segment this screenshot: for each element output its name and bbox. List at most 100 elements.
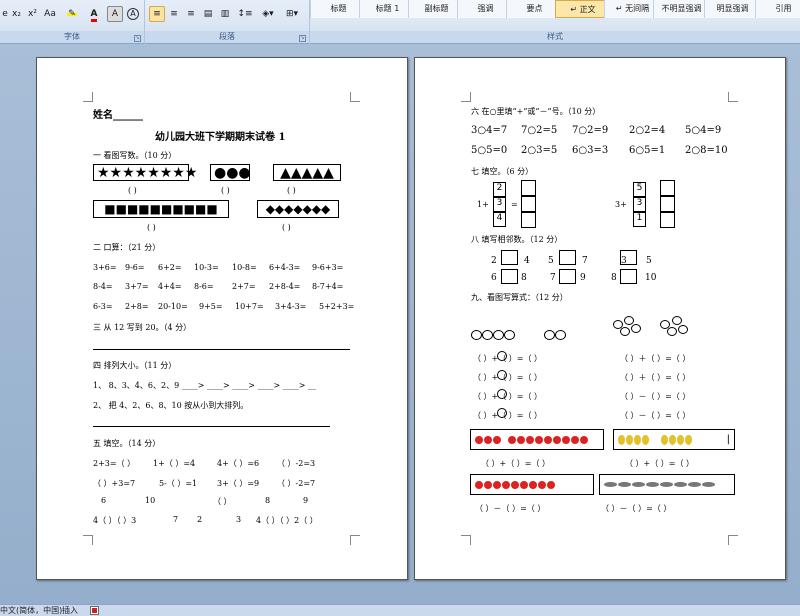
- neighbor-num: 7: [550, 273, 556, 283]
- font-color-button[interactable]: A: [84, 6, 104, 22]
- sort-question-1: 1、 8、3、4、6、2、9 ____> ____> ____> ____> _…: [93, 381, 316, 390]
- style-strong[interactable]: 要点: [506, 0, 562, 18]
- apple-icon: [526, 435, 534, 444]
- math-item: 8-6=: [194, 282, 214, 291]
- char-shading-button[interactable]: A: [107, 6, 123, 22]
- number-cell: 4: [493, 212, 506, 227]
- sequence-item: 7: [173, 515, 179, 524]
- number-cell: 1: [633, 212, 646, 227]
- align-right-button[interactable]: ≡: [183, 6, 199, 22]
- apple-icon: [520, 480, 528, 489]
- style-no-spacing[interactable]: ↵ 无间隔: [604, 0, 660, 18]
- apple-icon: [475, 480, 483, 489]
- equation-blank: （ ）+（ ）=（ ）: [481, 459, 551, 468]
- margin-corner-mark: [728, 92, 738, 102]
- styles-group-label: 样式: [310, 31, 800, 43]
- math-item: 4+4=: [158, 282, 182, 291]
- apples-group-box: [470, 474, 594, 495]
- distributed-button[interactable]: ▥: [217, 6, 233, 22]
- circle-shape: [678, 325, 688, 334]
- change-case-button[interactable]: Aa: [40, 6, 60, 22]
- circle-shape: [631, 324, 641, 333]
- apple-icon: [580, 435, 588, 444]
- pear-icon: [661, 434, 668, 445]
- neighbor-blank: [501, 250, 518, 265]
- macro-record-icon[interactable]: [90, 606, 99, 615]
- section-1-heading: 一 看图写数。（10 分）: [93, 151, 177, 160]
- fish-icon: [618, 482, 631, 487]
- math-item: 10+7=: [235, 302, 264, 311]
- style-subtitle[interactable]: 副标题: [408, 0, 464, 18]
- insert-mode-indicator[interactable]: 插入: [62, 605, 78, 616]
- borders-button[interactable]: ⊞▾: [281, 6, 303, 22]
- enclosed-char-button[interactable]: A: [125, 6, 141, 22]
- style-normal[interactable]: ↵ 正文: [555, 0, 611, 18]
- align-center-button[interactable]: ≡: [166, 6, 182, 22]
- font-group: e x₂ x² Aa ✎ A A A 字体 ↘: [0, 0, 145, 44]
- fill-item: 5-（ ）=1: [159, 479, 198, 488]
- shading-button[interactable]: ◈▾: [257, 6, 279, 22]
- style-normal-label: 正文: [579, 5, 596, 14]
- paragraph-dialog-launcher[interactable]: ↘: [299, 35, 306, 42]
- equation-blank: （ ）+（ ）=（ ）: [473, 411, 543, 420]
- style-intense-emphasis[interactable]: 明显强调: [704, 0, 760, 18]
- style-quote[interactable]: 引用: [755, 0, 800, 18]
- math-item: 20-10=: [158, 302, 188, 311]
- language-indicator[interactable]: 中文(简体，中国): [0, 605, 62, 616]
- sign-item: 5○4=9: [685, 125, 722, 136]
- style-title[interactable]: 标题: [310, 0, 366, 18]
- circle-shape: [672, 316, 682, 325]
- margin-corner-mark: [350, 535, 360, 545]
- apple-icon: [535, 435, 543, 444]
- pear-icon: [618, 434, 625, 445]
- sequence-item: 8: [265, 496, 271, 505]
- math-item: 3+7=: [125, 282, 149, 291]
- style-emphasis[interactable]: 强调: [457, 0, 513, 18]
- apple-icon: [475, 435, 483, 444]
- align-left-icon: ≡: [153, 9, 161, 19]
- equation-blank: （ ）+（ ）=（ ）: [473, 354, 543, 363]
- highlight-button[interactable]: ✎: [62, 6, 82, 22]
- math-item: 6+2=: [158, 263, 182, 272]
- paragraph-mark-icon: ↵: [570, 5, 578, 14]
- fill-item: （ ）+3=7: [93, 479, 136, 488]
- sequence-item: （ ）: [213, 497, 232, 506]
- operator-circle: [497, 351, 507, 361]
- cell-value: 3: [636, 198, 643, 208]
- pear-icon: [642, 434, 649, 445]
- document-workspace[interactable]: 姓名______ 幼儿园大班下学期期末试卷 1 一 看图写数。（10 分） ★★…: [0, 44, 800, 604]
- page-2[interactable]: 六 在○里填“+”或“－”号。（10 分） 3○4=7 7○2=5 7○2=9 …: [414, 57, 786, 580]
- line-spacing-button[interactable]: ↕≡: [235, 6, 255, 22]
- number-cell: 5: [633, 182, 646, 197]
- equation-blank: （ ）－（ ）=（ ）: [620, 411, 691, 420]
- answer-blank: ( ): [128, 186, 137, 195]
- margin-corner-mark: [728, 535, 738, 545]
- equation-blank: （ ）－（ ）=（ ）: [620, 392, 691, 401]
- fish-icon: [632, 482, 645, 487]
- pear-icon: [669, 434, 676, 445]
- font-dialog-launcher[interactable]: ↘: [134, 35, 141, 42]
- math-item: 2+8-4=: [269, 282, 301, 291]
- cell-value: 5: [636, 183, 643, 193]
- divider-bar: |: [726, 434, 730, 445]
- superscript-button[interactable]: x²: [25, 6, 40, 22]
- pear-icon: [685, 434, 692, 445]
- apple-icon: [529, 480, 537, 489]
- pear-icon: [634, 434, 641, 445]
- align-left-button[interactable]: ≡: [149, 6, 165, 22]
- style-subtle-emphasis[interactable]: 不明显强调: [653, 0, 709, 18]
- style-heading-1[interactable]: 标题 1: [359, 0, 415, 18]
- equation-blank: （ ）+（ ）=（ ）: [473, 373, 543, 382]
- subscript-button[interactable]: x₂: [9, 6, 24, 22]
- math-item: 6+4-3=: [269, 263, 301, 272]
- fill-item: （ ）-2=3: [277, 459, 316, 468]
- neighbor-num: 10: [645, 273, 657, 283]
- sign-item: 7○2=9: [572, 125, 609, 136]
- neighbor-blank: [620, 269, 637, 284]
- page-1[interactable]: 姓名______ 幼儿园大班下学期期末试卷 1 一 看图写数。（10 分） ★★…: [36, 57, 408, 580]
- enclosed-char-icon: A: [127, 8, 139, 20]
- justify-button[interactable]: ▤: [200, 6, 216, 22]
- answer-cell: [660, 212, 675, 228]
- neighbor-num: 2: [491, 256, 497, 266]
- paragraph-group: ≡ ≡ ≡ ▤ ▥ ↕≡ ◈▾ ⊞▾ 段落 ↘: [145, 0, 310, 44]
